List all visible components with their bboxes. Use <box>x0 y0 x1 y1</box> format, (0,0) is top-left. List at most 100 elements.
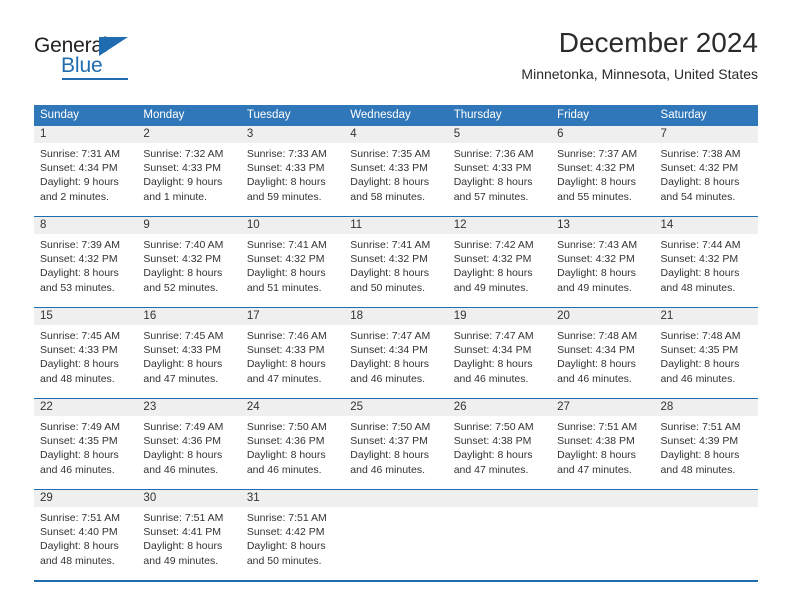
daylight-text-line2: and 50 minutes. <box>246 554 322 567</box>
calendar-day-cell[interactable]: 3 Sunrise: 7:33 AM Sunset: 4:33 PM Daylight… <box>240 126 345 216</box>
sunrise-text: Sunrise: 7:49 AM <box>143 421 224 433</box>
day-number: 24 <box>240 399 345 416</box>
day-info: Sunrise: 7:46 AM Sunset: 4:33 PM Daylight:… <box>241 325 344 386</box>
sunrise-text: Sunrise: 7:45 AM <box>143 330 224 342</box>
day-info: Sunrise: 7:48 AM Sunset: 4:35 PM Daylight:… <box>655 325 758 386</box>
sunset-text: Sunset: 4:36 PM <box>246 435 325 448</box>
calendar-day-cell[interactable]: 14 Sunrise: 7:44 AM Sunset: 4:32 PM Dayligh… <box>654 217 758 307</box>
daylight-text-line2: and 48 minutes. <box>40 554 115 567</box>
daylight-text-line2: and 59 minutes. <box>246 190 322 203</box>
calendar-day-cell[interactable]: 26 Sunrise: 7:50 AM Sunset: 4:38 PM Dayligh… <box>447 399 552 489</box>
daylight-text-line1: Daylight: 8 hours <box>246 267 326 280</box>
day-number: 26 <box>447 399 552 416</box>
daylight-text-line2: and 52 minutes. <box>143 281 219 294</box>
sunrise-text: Sunrise: 7:41 AM <box>246 239 327 251</box>
calendar-day-cell[interactable]: 31 Sunrise: 7:51 AM Sunset: 4:42 PM Dayligh… <box>240 490 345 580</box>
sunrise-text: Sunrise: 7:46 AM <box>246 330 327 342</box>
sunrise-text: Sunrise: 7:38 AM <box>660 148 741 160</box>
daylight-text-line2: and 51 minutes. <box>246 281 322 294</box>
calendar-day-cell[interactable]: 28 Sunrise: 7:51 AM Sunset: 4:39 PM Dayligh… <box>654 399 758 489</box>
day-number: 6 <box>551 126 655 143</box>
calendar-day-cell[interactable]: 15 Sunrise: 7:45 AM Sunset: 4:33 PM Dayligh… <box>34 308 138 398</box>
calendar-day-cell[interactable]: 12 Sunrise: 7:42 AM Sunset: 4:32 PM Dayligh… <box>447 217 552 307</box>
day-number: 7 <box>654 126 758 143</box>
day-number: 28 <box>654 399 758 416</box>
sunset-text: Sunset: 4:33 PM <box>246 344 325 357</box>
daylight-text-line1: Daylight: 8 hours <box>350 267 430 280</box>
calendar-week-row: 15 Sunrise: 7:45 AM Sunset: 4:33 PM Dayligh… <box>34 307 758 399</box>
sunrise-text: Sunrise: 7:48 AM <box>660 330 741 342</box>
sunrise-text: Sunrise: 7:42 AM <box>453 239 534 251</box>
calendar-day-cell[interactable]: 10 Sunrise: 7:41 AM Sunset: 4:32 PM Dayligh… <box>240 217 345 307</box>
sunrise-text: Sunrise: 7:44 AM <box>660 239 741 251</box>
daylight-text-line2: and 46 minutes. <box>40 463 115 476</box>
calendar-day-cell[interactable]: 6 Sunrise: 7:37 AM Sunset: 4:32 PM Daylight… <box>551 126 655 216</box>
calendar-day-cell[interactable]: 23 Sunrise: 7:49 AM Sunset: 4:36 PM Dayligh… <box>137 399 241 489</box>
daylight-text-line2: and 47 minutes. <box>453 463 529 476</box>
calendar-day-cell[interactable]: 18 Sunrise: 7:47 AM Sunset: 4:34 PM Dayligh… <box>344 308 448 398</box>
calendar-day-cell[interactable]: 19 Sunrise: 7:47 AM Sunset: 4:34 PM Dayligh… <box>447 308 552 398</box>
calendar-day-cell[interactable]: 27 Sunrise: 7:51 AM Sunset: 4:38 PM Dayligh… <box>551 399 655 489</box>
weekday-header-tuesday: Tuesday <box>240 105 345 126</box>
calendar-day-cell[interactable]: 22 Sunrise: 7:49 AM Sunset: 4:35 PM Dayligh… <box>34 399 138 489</box>
day-number: 18 <box>344 308 448 325</box>
calendar-day-cell[interactable]: 29 Sunrise: 7:51 AM Sunset: 4:40 PM Dayligh… <box>34 490 138 580</box>
calendar-day-cell[interactable]: 5 Sunrise: 7:36 AM Sunset: 4:33 PM Daylight… <box>447 126 552 216</box>
daylight-text-line1: Daylight: 8 hours <box>660 176 740 189</box>
calendar-day-cell[interactable]: 16 Sunrise: 7:45 AM Sunset: 4:33 PM Dayligh… <box>137 308 241 398</box>
calendar-day-cell[interactable]: 2 Sunrise: 7:32 AM Sunset: 4:33 PM Daylight… <box>137 126 241 216</box>
daylight-text-line2: and 48 minutes. <box>660 281 736 294</box>
daylight-text-line2: and 50 minutes. <box>350 281 425 294</box>
daylight-text-line1: Daylight: 8 hours <box>246 176 326 189</box>
daylight-text-line2: and 46 minutes. <box>660 372 736 385</box>
calendar-day-cell[interactable]: 20 Sunrise: 7:48 AM Sunset: 4:34 PM Dayligh… <box>551 308 655 398</box>
page-subtitle: Minnetonka, Minnesota, United States <box>521 66 758 82</box>
sunset-text: Sunset: 4:32 PM <box>246 253 325 266</box>
daylight-text-line1: Daylight: 9 hours <box>143 176 223 189</box>
calendar-day-cell[interactable]: 24 Sunrise: 7:50 AM Sunset: 4:36 PM Dayligh… <box>240 399 345 489</box>
daylight-text-line2: and 57 minutes. <box>453 190 529 203</box>
logo-underline <box>62 78 128 80</box>
day-number: 20 <box>551 308 655 325</box>
weekday-header-friday: Friday <box>551 105 655 126</box>
calendar-day-cell[interactable]: 8 Sunrise: 7:39 AM Sunset: 4:32 PM Daylight… <box>34 217 138 307</box>
calendar-day-cell[interactable]: 25 Sunrise: 7:50 AM Sunset: 4:37 PM Dayligh… <box>344 399 448 489</box>
sunrise-sunset-calendar: Sunday Monday Tuesday Wednesday Thursday… <box>34 105 758 580</box>
sunset-text: Sunset: 4:37 PM <box>350 435 428 448</box>
calendar-day-cell[interactable]: 11 Sunrise: 7:41 AM Sunset: 4:32 PM Dayligh… <box>344 217 448 307</box>
calendar-day-cell[interactable]: 30 Sunrise: 7:51 AM Sunset: 4:41 PM Dayligh… <box>137 490 241 580</box>
day-info: Sunrise: 7:39 AM Sunset: 4:32 PM Daylight:… <box>34 234 137 295</box>
sunrise-text: Sunrise: 7:37 AM <box>557 148 638 160</box>
sunset-text: Sunset: 4:33 PM <box>143 344 222 357</box>
daylight-text-line2: and 49 minutes. <box>143 554 219 567</box>
day-info: Sunrise: 7:50 AM Sunset: 4:37 PM Daylight:… <box>344 416 447 477</box>
day-info: Sunrise: 7:49 AM Sunset: 4:36 PM Daylight:… <box>137 416 240 477</box>
general-blue-logo[interactable]: General Blue <box>34 34 154 82</box>
day-info: Sunrise: 7:44 AM Sunset: 4:32 PM Daylight:… <box>655 234 758 295</box>
calendar-day-cell[interactable]: 4 Sunrise: 7:35 AM Sunset: 4:33 PM Daylight… <box>344 126 448 216</box>
sunrise-text: Sunrise: 7:40 AM <box>143 239 224 251</box>
calendar-day-cell[interactable]: 1 Sunrise: 7:31 AM Sunset: 4:34 PM Daylight… <box>34 126 138 216</box>
sunrise-text: Sunrise: 7:32 AM <box>143 148 224 160</box>
daylight-text-line1: Daylight: 8 hours <box>453 449 533 462</box>
calendar-day-cell[interactable]: 17 Sunrise: 7:46 AM Sunset: 4:33 PM Dayligh… <box>240 308 345 398</box>
calendar-day-cell[interactable]: 9 Sunrise: 7:40 AM Sunset: 4:32 PM Daylight… <box>137 217 241 307</box>
day-info: Sunrise: 7:49 AM Sunset: 4:35 PM Daylight:… <box>34 416 137 477</box>
calendar-day-cell[interactable]: 21 Sunrise: 7:48 AM Sunset: 4:35 PM Dayligh… <box>654 308 758 398</box>
calendar-page: General Blue December 2024 Minnetonka, M… <box>0 0 792 612</box>
sunrise-text: Sunrise: 7:48 AM <box>557 330 638 342</box>
day-number: 19 <box>447 308 552 325</box>
sunrise-text: Sunrise: 7:50 AM <box>246 421 327 433</box>
calendar-day-cell[interactable]: 13 Sunrise: 7:43 AM Sunset: 4:32 PM Dayligh… <box>551 217 655 307</box>
day-number: 31 <box>240 490 345 507</box>
day-number: 8 <box>34 217 138 234</box>
daylight-text-line2: and 58 minutes. <box>350 190 425 203</box>
day-number: 22 <box>34 399 138 416</box>
weekday-header-wednesday: Wednesday <box>344 105 448 126</box>
daylight-text-line1: Daylight: 8 hours <box>246 358 326 371</box>
page-header: General Blue December 2024 Minnetonka, M… <box>34 26 758 98</box>
daylight-text-line1: Daylight: 8 hours <box>246 449 326 462</box>
day-number: 21 <box>654 308 758 325</box>
calendar-day-cell[interactable]: 7 Sunrise: 7:38 AM Sunset: 4:32 PM Daylight… <box>654 126 758 216</box>
daylight-text-line1: Daylight: 8 hours <box>143 267 223 280</box>
